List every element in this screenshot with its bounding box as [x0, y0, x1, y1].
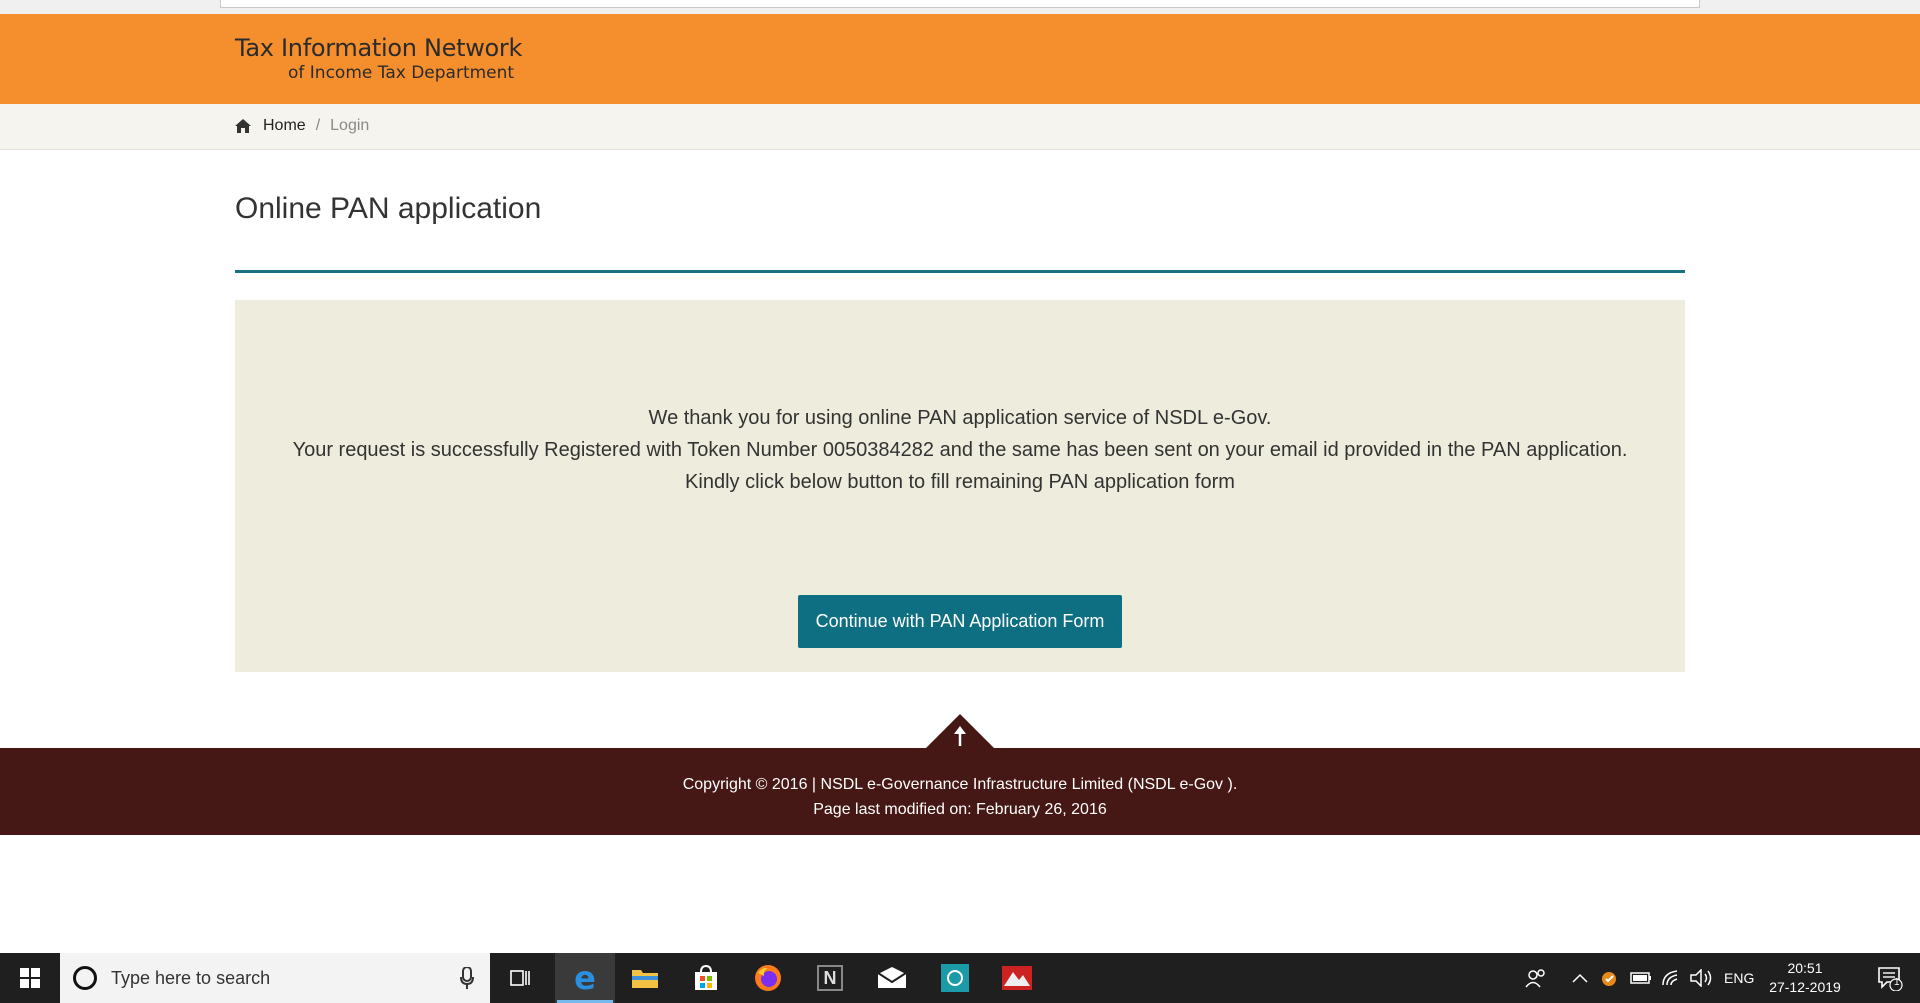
- logo-subtitle: of Income Tax Department: [288, 63, 515, 83]
- message-line-token: Your request is successfully Registered …: [292, 439, 1628, 461]
- store-icon[interactable]: [676, 953, 736, 1003]
- browser-chrome: [0, 0, 1920, 14]
- notification-badge: 1: [1894, 977, 1900, 988]
- language-indicator[interactable]: ENG: [1724, 953, 1754, 1003]
- taskbar-search[interactable]: Type here to search: [60, 953, 490, 1003]
- home-icon: [235, 119, 251, 133]
- battery-icon[interactable]: [1630, 953, 1652, 1003]
- volume-icon[interactable]: [1690, 953, 1714, 1003]
- breadcrumb-home-link[interactable]: Home: [263, 117, 306, 135]
- title-divider: [235, 270, 1685, 273]
- tin-logo[interactable]: Tax Information Network of Income Tax De…: [235, 34, 522, 83]
- firefox-icon[interactable]: [738, 953, 798, 1003]
- action-center-icon[interactable]: 1: [1865, 953, 1915, 1003]
- logo-title: Tax Information Network: [235, 34, 523, 62]
- site-footer: Copyright © 2016 | NSDL e-Governance Inf…: [0, 748, 1920, 835]
- footer-copyright: Copyright © 2016 | NSDL e-Governance Inf…: [682, 776, 1238, 793]
- task-view-icon[interactable]: [490, 953, 550, 1003]
- system-clock[interactable]: 20:51 27-12-2019: [1765, 959, 1845, 997]
- security-icon[interactable]: [1600, 953, 1620, 1003]
- message-line-thanks: We thank you for using online PAN applic…: [648, 407, 1272, 429]
- footer-last-modified: Page last modified on: February 26, 2016: [813, 801, 1107, 818]
- search-placeholder: Type here to search: [111, 967, 271, 988]
- address-bar[interactable]: [220, 0, 1700, 8]
- people-icon[interactable]: [1525, 953, 1547, 1003]
- cortana-icon: [73, 966, 97, 990]
- edge-icon[interactable]: e: [555, 953, 615, 1003]
- windows-taskbar: Type here to search e N ENG 20:51 27-12-…: [0, 953, 1920, 1003]
- scroll-to-top-button[interactable]: [924, 712, 996, 750]
- wifi-icon[interactable]: [1661, 953, 1683, 1003]
- confirmation-panel: We thank you for using online PAN applic…: [235, 300, 1685, 672]
- app-icon[interactable]: [987, 953, 1047, 1003]
- microphone-icon[interactable]: [460, 967, 474, 989]
- chevron-up-icon[interactable]: [1572, 953, 1588, 1003]
- breadcrumb-bar: Home / Login: [0, 104, 1920, 150]
- continue-pan-form-button[interactable]: Continue with PAN Application Form: [798, 595, 1122, 648]
- clock-time: 20:51: [1787, 960, 1823, 976]
- site-header: Tax Information Network of Income Tax De…: [0, 14, 1920, 104]
- message-line-instruction: Kindly click below button to fill remain…: [685, 471, 1235, 493]
- breadcrumb-separator: /: [315, 117, 321, 134]
- clock-date: 27-12-2019: [1769, 979, 1841, 995]
- file-explorer-icon[interactable]: [615, 953, 675, 1003]
- breadcrumb-current: Login: [330, 117, 370, 134]
- whatsapp-icon[interactable]: [925, 953, 985, 1003]
- windows-logo-icon: [20, 968, 40, 988]
- notion-icon[interactable]: N: [800, 953, 860, 1003]
- start-button[interactable]: [0, 953, 60, 1003]
- confirmation-message: We thank you for using online PAN applic…: [235, 402, 1685, 498]
- mail-icon[interactable]: [862, 953, 922, 1003]
- page-title: Online PAN application: [235, 192, 542, 225]
- breadcrumb: Home / Login: [235, 117, 369, 135]
